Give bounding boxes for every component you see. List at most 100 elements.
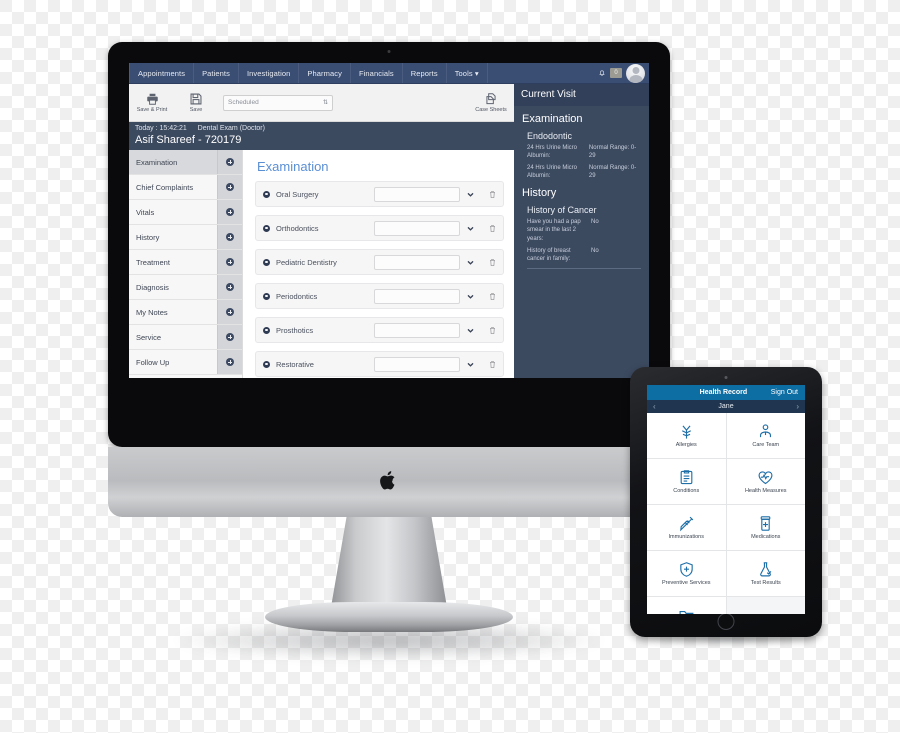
tile-label: Allergies [675,441,697,448]
rail-item: Have you had a pap smear in the last 2 y… [527,218,641,242]
sidebar-item-chief-complaints[interactable]: Chief Complaints [129,175,242,200]
imac-stand-base [265,602,513,632]
sidebar-item-my-notes[interactable]: My Notes [129,300,242,325]
nav-item-investigation[interactable]: Investigation [239,63,300,83]
exam-row-input[interactable] [374,356,460,372]
floppy-disk-icon [190,93,202,105]
chevron-right-icon[interactable]: › [796,402,799,411]
add-treatment-button[interactable] [217,250,242,274]
exam-row-input[interactable] [374,186,460,202]
rail-item: 24 Hrs Urine Micro Albumin: Normal Range… [527,164,641,180]
sidebar-item-diagnosis[interactable]: Diagnosis [129,275,242,300]
tile-allergies[interactable]: Allergies [647,413,726,458]
emr-application: Appointments Patients Investigation Phar… [129,63,649,378]
tile-conditions[interactable]: Conditions [647,459,726,504]
nav-label: Tools ▾ [454,68,479,78]
rail-item-key: History of breast cancer in family: [527,247,571,262]
tile-care-team[interactable]: Care Team [726,413,805,458]
tile-preventive-services[interactable]: Preventive Services [647,551,726,596]
add-chief-complaints-button[interactable] [217,175,242,199]
exam-row-input[interactable] [374,220,460,236]
chevron-down-icon[interactable] [466,224,475,233]
sidebar-item-examination[interactable]: Examination [129,150,242,175]
trash-icon[interactable] [489,360,496,369]
table-row[interactable]: Oral Surgery [255,181,504,207]
ipad-home-button[interactable] [717,613,735,630]
exam-row-input[interactable] [374,254,460,270]
tile-record-request[interactable]: Record Request [647,597,726,614]
add-vitals-button[interactable] [217,200,242,224]
chevron-down-icon[interactable] [466,258,475,267]
chevron-down-icon[interactable] [466,360,475,369]
trash-icon[interactable] [489,292,496,301]
sidebar-item-label: Service [136,332,162,342]
table-row[interactable]: Orthodontics [255,215,504,241]
sidebar-item-service[interactable]: Service [129,325,242,350]
patient-name-id: Asif Shareef - 720179 [135,134,242,146]
bell-icon[interactable] [598,69,606,77]
table-row[interactable]: Pediatric Dentistry [255,249,504,275]
save-and-print-button[interactable]: Save & Print [135,92,169,113]
trash-icon[interactable] [489,224,496,233]
trash-icon[interactable] [489,326,496,335]
shield-plus-icon [680,561,693,577]
notification-badge[interactable]: 0 [610,68,622,78]
nav-item-pharmacy[interactable]: Pharmacy [299,63,351,83]
nav-item-appointments[interactable]: Appointments [129,63,195,83]
table-row[interactable]: Restorative [255,351,504,377]
case-sheets-button[interactable]: Case Sheets [474,92,508,113]
chevron-down-icon[interactable] [466,326,475,335]
rail-group-endodontic: Endodontic [527,131,573,141]
add-service-button[interactable] [217,325,242,349]
sidebar-item-vitals[interactable]: Vitals [129,200,242,225]
tile-label: Care Team [752,441,780,448]
chevron-down-icon[interactable] [466,292,475,301]
section-sidebar: Examination Chief Complaints Vitals Hist… [129,150,243,378]
trash-icon[interactable] [489,258,496,267]
table-row[interactable]: Periodontics [255,283,504,309]
exam-row-input[interactable] [374,288,460,304]
imac-stand-neck [330,517,448,613]
rail-item: History of breast cancer in family: No [527,247,641,263]
nav-item-tools[interactable]: Tools ▾ [447,63,488,83]
patient-header-bar: Today : 15:42:21 Dental Exam (Doctor) As… [129,122,514,150]
add-examination-button[interactable] [217,150,242,174]
sidebar-item-history[interactable]: History [129,225,242,250]
record-dot-icon [263,292,270,300]
nav-item-financials[interactable]: Financials [351,63,403,83]
add-my-notes-button[interactable] [217,300,242,324]
ipad-camera-icon [724,376,728,379]
exam-row-input[interactable] [374,322,460,338]
visit-type-label: Dental Exam (Doctor) [197,125,265,132]
sidebar-item-follow-up[interactable]: Follow Up [129,350,242,375]
sign-out-button[interactable]: Sign Out [771,389,798,396]
trash-icon[interactable] [489,190,496,199]
plus-circle-icon [226,233,234,241]
tile-label: Immunizations [668,533,704,540]
record-dot-icon [263,190,270,198]
nav-label: Financials [358,68,394,78]
add-follow-up-button[interactable] [217,350,242,374]
add-history-button[interactable] [217,225,242,249]
chevron-down-icon[interactable] [466,190,475,199]
ipad-screen: Health Record Sign Out ‹ Jane › Allergie… [647,385,805,614]
nav-item-reports[interactable]: Reports [403,63,447,83]
save-label: Save [189,107,203,113]
nav-label: Reports [410,68,438,78]
tile-medications[interactable]: Medications [726,505,805,550]
user-avatar[interactable] [626,63,645,83]
save-button[interactable]: Save [179,92,213,113]
tile-health-measures[interactable]: Health Measures [726,459,805,504]
sidebar-item-treatment[interactable]: Treatment [129,250,242,275]
tile-immunizations[interactable]: Immunizations [647,505,726,550]
nav-item-patients[interactable]: Patients [194,63,239,83]
rail-examination-section: Endodontic 24 Hrs Urine Micro Albumin: N… [514,131,649,180]
rail-item-key: 24 Hrs Urine Micro Albumin: [527,165,578,180]
add-diagnosis-button[interactable] [217,275,242,299]
table-row[interactable]: Prosthotics [255,317,504,343]
visit-status-select[interactable]: Scheduled ⇅ [223,94,333,111]
rail-group-history-of-cancer: History of Cancer [527,205,597,216]
tablet-menu-grid: Allergies Care Team Conditions Health Me… [647,413,805,614]
tile-test-results[interactable]: Test Results [726,551,805,596]
